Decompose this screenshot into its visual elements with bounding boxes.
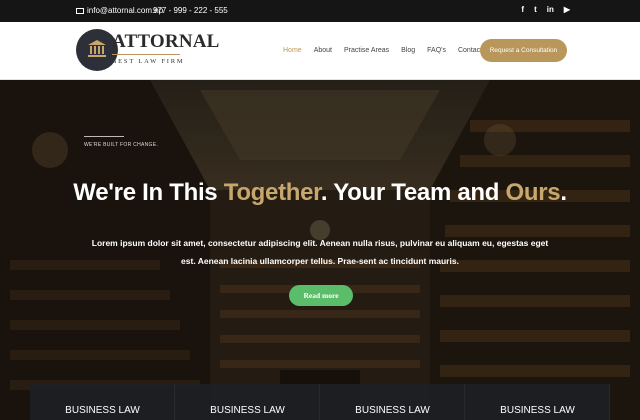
practice-card-title: BUSINESS LAW <box>210 405 285 416</box>
logo-divider <box>112 54 180 55</box>
facebook-icon[interactable]: f <box>521 5 524 15</box>
practice-card[interactable]: BUSINESS LAW <box>175 384 320 420</box>
nav-practise-areas[interactable]: Practise Areas <box>344 47 389 54</box>
headline-highlight-ours: Ours <box>505 179 561 206</box>
envelope-icon <box>76 7 84 14</box>
social-links: f t in ▶ <box>521 5 570 15</box>
practice-card[interactable]: BUSINESS LAW <box>320 384 465 420</box>
practice-card-title: BUSINESS LAW <box>355 405 430 416</box>
youtube-icon[interactable]: ▶ <box>564 5 570 15</box>
logo-tagline: BEST LAW FIRM <box>112 58 185 65</box>
twitter-icon[interactable]: t <box>534 5 537 15</box>
logo-name[interactable]: ATTORNAL <box>112 31 220 53</box>
hero-headline: We're In This Together. Your Team and Ou… <box>0 179 640 207</box>
hero-lead-text: Lorem ipsum dolor sit amet, consectetur … <box>91 238 549 266</box>
nav-faqs[interactable]: FAQ's <box>427 47 446 54</box>
hero-section: WE'RE BUILT FOR CHANGE. We're In This To… <box>0 80 640 420</box>
email-contact[interactable]: info@attornal.com.np <box>76 6 163 15</box>
site-header: ATTORNAL BEST LAW FIRM Home About Practi… <box>0 22 640 80</box>
courthouse-icon <box>88 40 106 57</box>
practice-card[interactable]: BUSINESS LAW <box>465 384 610 420</box>
linkedin-icon[interactable]: in <box>547 5 554 15</box>
kicker-divider <box>84 136 124 137</box>
nav-about[interactable]: About <box>314 47 332 54</box>
phone-text[interactable]: 977 - 999 - 222 - 555 <box>153 6 228 15</box>
headline-highlight-together: Together <box>223 179 321 206</box>
headline-part-2: . Your Team and <box>320 179 506 206</box>
practice-cards: BUSINESS LAW BUSINESS LAW BUSINESS LAW B… <box>30 384 610 420</box>
headline-part-1: We're In This <box>73 179 224 206</box>
top-bar: info@attornal.com.np 977 - 999 - 222 - 5… <box>0 0 640 22</box>
practice-card-title: BUSINESS LAW <box>500 405 575 416</box>
request-consultation-button[interactable]: Request a Consultation <box>480 39 567 62</box>
email-text: info@attornal.com.np <box>87 6 164 15</box>
nav-contact[interactable]: Contact <box>458 47 482 54</box>
practice-card[interactable]: BUSINESS LAW <box>30 384 175 420</box>
headline-part-3: . <box>560 179 567 206</box>
practice-card-title: BUSINESS LAW <box>65 405 140 416</box>
hero-kicker: WE'RE BUILT FOR CHANGE. <box>84 142 159 148</box>
main-nav: Home About Practise Areas Blog FAQ's Con… <box>283 47 494 54</box>
nav-blog[interactable]: Blog <box>401 47 415 54</box>
nav-home[interactable]: Home <box>283 47 302 54</box>
read-more-button[interactable]: Read more <box>289 285 353 306</box>
